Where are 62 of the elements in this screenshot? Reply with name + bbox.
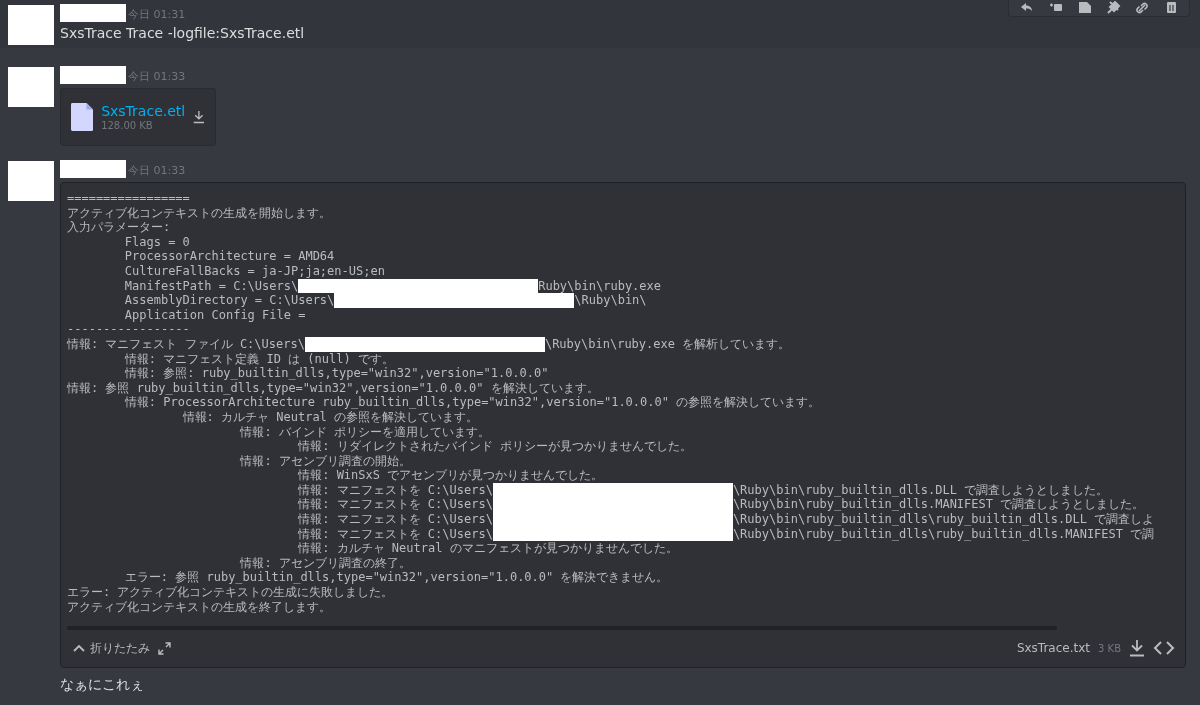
link-icon[interactable]	[1135, 1, 1150, 14]
code-line: 情報: 参照: ruby_builtin_dlls,type="win32",version="1.0.0.0"	[123, 366, 549, 381]
reply-icon[interactable]	[1019, 1, 1034, 14]
file-size: 3 KB	[1098, 642, 1121, 654]
code-line: 情報: WinSxS でアセンブリが見つかりませんでした。	[297, 468, 604, 483]
code-line: 入力パラメーター:	[67, 220, 171, 235]
code-line: 情報: マニフェストを C:\Users\	[297, 526, 493, 542]
code-line: アクティブ化コンテキストの生成を開始します。	[67, 205, 331, 221]
redacted-username	[60, 66, 126, 84]
code-line: Application Config File =	[123, 307, 307, 323]
redacted-avatar	[8, 67, 54, 107]
code-line: -----------------	[67, 322, 190, 337]
code-line: アクティブ化コンテキストの生成を終了します。	[67, 599, 331, 615]
redacted-username	[60, 4, 126, 22]
download-icon[interactable]	[1129, 639, 1145, 658]
code-line: 情報: アセンブリ調査の終了。	[239, 555, 411, 571]
code-line: \Ruby\bin\ruby_builtin_dlls\ruby_builtin_dlls.MANIFEST で調	[732, 526, 1155, 542]
code-line: 情報: アセンブリ調査の開始。	[239, 453, 411, 469]
thread-icon[interactable]	[1048, 1, 1063, 14]
code-line: 情報: マニフェストを C:\Users\	[297, 497, 493, 513]
code-icon[interactable]	[1153, 640, 1175, 657]
code-line: 情報: カルチャ Neutral の参照を解決しています。	[181, 409, 479, 425]
code-line: =================	[67, 191, 190, 206]
code-line: \Ruby\bin\ruby_builtin_dlls\ruby_builtin_dlls.DLL で調査しよ	[732, 512, 1155, 527]
expand-icon[interactable]	[158, 641, 171, 655]
code-line: 情報: マニフェストを C:\Users\	[297, 482, 493, 498]
code-line: \Ruby\bin\ruby_builtin_dlls.DLL で調査しようとしました。	[732, 482, 1109, 498]
redacted-username	[60, 160, 126, 178]
code-line: エラー: アクティブ化コンテキストの生成に失敗しました。	[67, 585, 394, 600]
code-line: ProcessorArchitecture = AMD64	[123, 249, 335, 264]
code-line: エラー: 参照 ruby_builtin_dlls,type="win32",version="1.0.0.0" を解決できません。	[123, 570, 669, 586]
message-text: なぁにこれぇ	[60, 675, 145, 695]
code-line: Ruby\bin\ruby.exe	[538, 278, 661, 294]
code-line: 情報: カルチャ Neutral のマニフェストが見つかりませんでした。	[297, 541, 678, 556]
code-line: 情報: マニフェスト ファイル C:\Users\	[67, 336, 305, 352]
message-text: SxsTrace Trace -logfile:SxsTrace.etl	[60, 24, 306, 43]
code-line: CultureFallBacks = ja-JP;ja;en-US;en	[123, 263, 385, 279]
file-name: SxsTrace.txt	[1016, 641, 1091, 656]
code-line: 情報: ProcessorArchitecture ruby_builtin_dlls,type="win32",version="1.0.0.0" の参照を解決しています。	[123, 395, 821, 410]
redacted-avatar	[8, 5, 54, 45]
code-line: AssemblyDirectory = C:\Users\	[123, 293, 335, 308]
file-link[interactable]: SxsTrace.etl	[101, 102, 186, 120]
code-line: 情報: マニフェスト定義 ID は (null) です。	[123, 351, 394, 367]
code-line: 情報: リダイレクトされたバインド ポリシーが見つかりませんでした。	[297, 439, 692, 454]
code-line: 情報: バインド ポリシーを適用しています。	[239, 424, 491, 440]
code-line: \Ruby\bin\ruby_builtin_dlls.MANIFEST で調査しようとしました。	[732, 497, 1145, 513]
code-line: Flags = 0	[123, 234, 190, 250]
code-line: 情報: マニフェストを C:\Users\	[297, 512, 493, 527]
code-line: \Ruby\bin\	[574, 293, 647, 308]
pin-icon[interactable]	[1106, 1, 1121, 14]
code-line: \Ruby\bin\ruby.exe を解析しています。	[544, 336, 791, 352]
trash-icon[interactable]	[1164, 1, 1179, 14]
chevron-up-icon	[73, 644, 85, 653]
file-size: 128.00 KB	[101, 119, 154, 132]
code-line: 情報: 参照 ruby_builtin_dlls,type="win32",version="1.0.0.0" を解決しています。	[67, 380, 599, 396]
timestamp: 今日 01:33	[128, 164, 186, 178]
timestamp: 今日 01:31	[128, 8, 186, 22]
collapse-button[interactable]: 折りたたみ	[73, 639, 150, 657]
timestamp: 今日 01:33	[128, 70, 186, 84]
redacted-avatar	[8, 161, 54, 201]
download-icon[interactable]	[193, 108, 205, 126]
code-line: ManifestPath = C:\Users\	[123, 278, 299, 294]
